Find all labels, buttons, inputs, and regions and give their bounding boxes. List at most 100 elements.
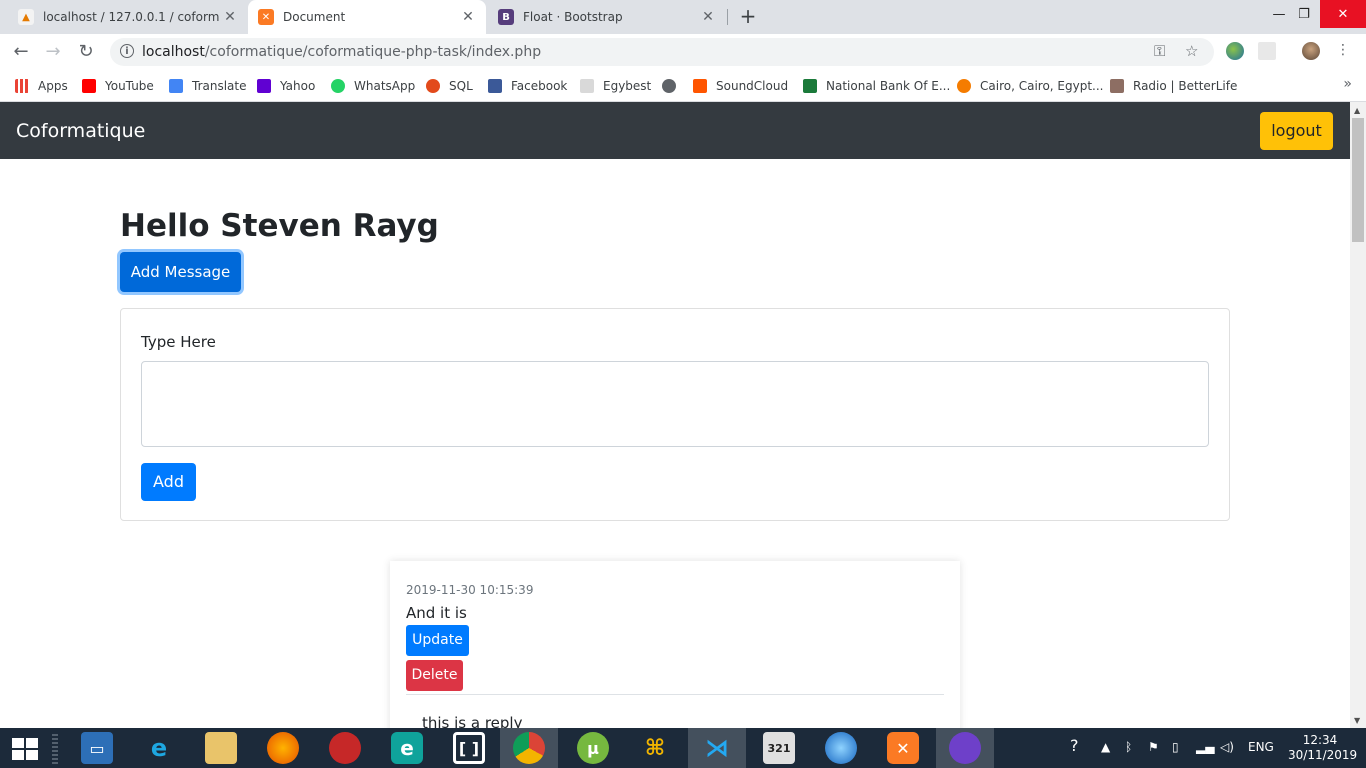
virtualbox-icon[interactable]: ⌘ — [639, 732, 671, 764]
address-bar[interactable]: i localhost/coformatique/coformatique-ph… — [110, 38, 1214, 66]
bootstrap-icon: B — [498, 9, 514, 25]
message-textarea[interactable] — [141, 361, 1209, 447]
update-button[interactable]: Update — [406, 625, 469, 656]
bookmark-soundcloud[interactable]: SoundCloud — [693, 77, 788, 95]
windows-logo-icon — [26, 738, 38, 748]
utorrent-icon[interactable]: µ — [577, 732, 609, 764]
bluetooth-icon[interactable]: ᛒ — [1125, 740, 1132, 754]
message-timestamp: 2019-11-30 10:15:39 — [406, 583, 534, 597]
new-tab-button[interactable]: + — [738, 5, 758, 29]
bookmark-label: SoundCloud — [716, 79, 789, 93]
site-info-icon[interactable]: i — [120, 44, 134, 58]
add-message-button[interactable]: Add Message — [120, 252, 241, 292]
bookmark-label: Translate — [192, 79, 247, 93]
bookmark-youtube[interactable]: YouTube — [82, 77, 154, 95]
key-icon[interactable]: ⚿ — [1154, 42, 1165, 60]
brackets-icon[interactable]: [ ] — [453, 732, 485, 764]
bookmark-whatsapp[interactable]: WhatsApp — [331, 77, 415, 95]
translate-icon — [169, 79, 183, 93]
tab-bootstrap[interactable]: B Float · Bootstrap ✕ — [488, 0, 726, 34]
bookmarks-overflow-icon[interactable]: » — [1343, 76, 1352, 92]
volume-icon[interactable]: ◁) — [1220, 740, 1234, 754]
bookmark-sql[interactable]: SQL — [426, 77, 473, 95]
windows-logo-icon — [26, 750, 38, 760]
taskbar-gripper — [52, 734, 58, 764]
url-host: localhost — [142, 44, 205, 60]
firefox-icon[interactable] — [267, 732, 299, 764]
bookmark-star-icon[interactable]: ☆ — [1185, 42, 1198, 60]
bookmark-weather[interactable]: Cairo, Cairo, Egypt... — [957, 77, 1103, 95]
clock[interactable]: 12:34 30/11/2019 — [1288, 733, 1357, 763]
bookmark-apps[interactable]: Apps — [15, 77, 68, 95]
add-button[interactable]: Add — [141, 463, 196, 501]
xampp-icon[interactable]: ✕ — [887, 732, 919, 764]
xampp-icon: ✕ — [258, 9, 274, 25]
bookmark-label: Apps — [38, 79, 68, 93]
bookmark-label: Facebook — [511, 79, 568, 93]
sql-icon — [426, 79, 440, 93]
bookmark-translate[interactable]: Translate — [169, 77, 247, 95]
bookmark-facebook[interactable]: Facebook — [488, 77, 567, 95]
bookmark-label: WhatsApp — [354, 79, 416, 93]
bank-icon — [803, 79, 817, 93]
bookmark-yahoo[interactable]: Yahoo — [257, 77, 315, 95]
tray-expand-icon[interactable]: ▲ — [1101, 740, 1110, 754]
help-icon[interactable]: ? — [1070, 736, 1079, 755]
weather-icon — [957, 79, 971, 93]
logout-button[interactable]: logout — [1260, 112, 1333, 150]
flag-icon[interactable]: ⚑ — [1148, 740, 1159, 754]
github-desktop-icon[interactable] — [949, 732, 981, 764]
bookmark-radio[interactable]: Radio | BetterLife — [1110, 77, 1237, 95]
message-text: And it is — [406, 604, 467, 622]
extension-globe-icon[interactable] — [1226, 42, 1244, 60]
delete-button[interactable]: Delete — [406, 660, 463, 691]
close-window-button[interactable]: ✕ — [1320, 0, 1366, 28]
profile-avatar[interactable] — [1302, 42, 1320, 60]
snipping-tool-icon[interactable] — [329, 732, 361, 764]
windows-logo-icon — [12, 750, 24, 760]
menu-kebab-icon[interactable]: ⋮ — [1336, 42, 1350, 60]
bookmark-label: Cairo, Cairo, Egypt... — [980, 79, 1104, 93]
close-tab-icon[interactable]: ✕ — [700, 9, 716, 25]
egybest-icon — [580, 79, 594, 93]
navbar-brand[interactable]: Coformatique — [16, 120, 145, 142]
chrome-icon[interactable] — [513, 732, 545, 764]
browser-icon[interactable] — [825, 732, 857, 764]
youtube-icon — [82, 79, 96, 93]
tab-label: Float · Bootstrap — [523, 10, 623, 24]
url-text: localhost/coformatique/coformatique-php-… — [142, 44, 541, 60]
forward-icon[interactable]: → — [42, 42, 64, 64]
close-tab-icon[interactable]: ✕ — [222, 9, 238, 25]
edge-icon[interactable]: e — [391, 732, 423, 764]
close-tab-icon[interactable]: ✕ — [460, 9, 476, 25]
start-button[interactable] — [12, 738, 38, 760]
bookmark-label: Radio | BetterLife — [1133, 79, 1238, 93]
message-form-card: Type Here Add — [120, 308, 1230, 521]
wifi-signal-icon[interactable]: ▂▄ — [1196, 740, 1214, 754]
tab-document[interactable]: ✕ Document ✕ — [248, 0, 486, 34]
bookmark-egybest[interactable]: Egybest — [580, 77, 651, 95]
vscode-icon[interactable]: ⋊ — [701, 732, 733, 764]
tab-phpmyadmin[interactable]: ▲ localhost / 127.0.0.1 / coform / re ✕ — [8, 0, 248, 34]
network-icon[interactable]: ▭ — [81, 732, 113, 764]
language-indicator[interactable]: ENG — [1248, 740, 1274, 754]
scrollbar-thumb[interactable] — [1352, 118, 1364, 242]
scroll-up-icon[interactable]: ▲ — [1354, 106, 1360, 115]
bookmark-globe[interactable] — [662, 77, 685, 95]
bookmark-national-bank[interactable]: National Bank Of E... — [803, 77, 950, 95]
page-scrollbar[interactable]: ▲ ▼ — [1350, 102, 1366, 728]
message-card: 2019-11-30 10:15:39 And it is Update Del… — [390, 561, 960, 728]
media-player-classic-icon[interactable]: 321 — [763, 732, 795, 764]
file-explorer-icon[interactable] — [205, 732, 237, 764]
back-icon[interactable]: ← — [10, 42, 32, 64]
tab-label: localhost / 127.0.0.1 / coform / re — [43, 10, 222, 24]
scroll-down-icon[interactable]: ▼ — [1354, 716, 1360, 725]
internet-explorer-icon[interactable]: e — [143, 732, 175, 764]
phpmyadmin-icon: ▲ — [18, 9, 34, 25]
reload-icon[interactable]: ↻ — [75, 42, 97, 64]
whatsapp-icon — [331, 79, 345, 93]
maximize-button[interactable]: ❐ — [1287, 0, 1321, 28]
extension-blank-icon[interactable] — [1258, 42, 1276, 60]
bookmark-label: Egybest — [603, 79, 652, 93]
battery-icon[interactable]: ▯ — [1172, 740, 1179, 754]
